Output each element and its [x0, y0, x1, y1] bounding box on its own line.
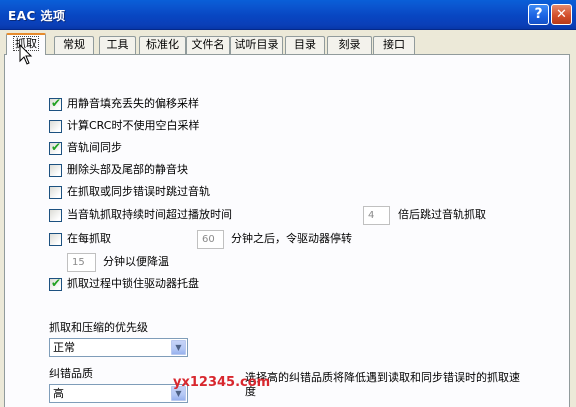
checkmark-icon: ✔: [51, 276, 62, 290]
help-button[interactable]: ?: [528, 4, 549, 25]
title-bar: EAC 选项 ? ✕: [0, 0, 576, 30]
tab-directory[interactable]: 目录: [285, 36, 325, 54]
tab-interface[interactable]: 接口: [373, 36, 415, 54]
skip-on-error-label: 在抓取或同步错误时跳过音轨: [67, 185, 210, 198]
spin-down-checkbox[interactable]: [49, 233, 62, 246]
fill-missing-offset-checkbox[interactable]: ✔: [49, 96, 62, 111]
tab-normalize[interactable]: 标准化: [139, 36, 186, 54]
track-sync-checkbox[interactable]: ✔: [49, 140, 62, 155]
remove-silence-label: 删除头部及尾部的静音块: [67, 163, 188, 176]
track-sync-label: 音轨间同步: [67, 141, 122, 154]
skip-on-error-checkbox[interactable]: [49, 186, 62, 199]
no-blank-crc-checkbox[interactable]: [49, 120, 62, 133]
quality-label: 纠错品质: [49, 367, 93, 380]
lock-tray-checkbox[interactable]: ✔: [49, 276, 62, 291]
fill-missing-offset-label: 用静音填充丢失的偏移采样: [67, 97, 199, 110]
skip-slow-track-checkbox[interactable]: [49, 209, 62, 222]
skip-slow-track-label: 当音轨抓取持续时间超过播放时间: [67, 208, 232, 221]
no-blank-crc-label: 计算CRC时不使用空白采样: [67, 119, 200, 132]
tab-burn[interactable]: 刻录: [327, 36, 372, 54]
skip-factor-input[interactable]: 4: [363, 206, 390, 225]
window-title: EAC 选项: [8, 9, 66, 23]
tab-strip: 抓取 常规 工具 标准化 文件名 试听目录 目录 刻录 接口: [0, 33, 576, 55]
tab-preview-directory[interactable]: 试听目录: [230, 36, 283, 54]
options-window: EAC 选项 ? ✕ 抓取 常规 工具 标准化 文件名 试听目录 目录 刻录 接…: [0, 0, 576, 407]
spin-down-suffix: 分钟之后，令驱动器停转: [231, 232, 352, 245]
lock-tray-label: 抓取过程中锁住驱动器托盘: [67, 277, 199, 290]
cooldown-suffix: 分钟以便降温: [103, 255, 169, 268]
mouse-cursor-icon: [19, 44, 33, 65]
checkmark-icon: ✔: [51, 140, 62, 154]
checkmark-icon: ✔: [51, 96, 62, 110]
quality-value: 高: [53, 387, 64, 400]
priority-select[interactable]: 正常 ▼: [49, 338, 188, 357]
skip-factor-suffix: 倍后跳过音轨抓取: [398, 208, 486, 221]
quality-note-line1: 选择高的纠错品质将降低遇到读取和同步错误时的抓取速: [245, 371, 520, 384]
spin-down-label: 在每抓取: [67, 232, 111, 245]
quality-select[interactable]: 高 ▼: [49, 384, 188, 403]
remove-silence-checkbox[interactable]: [49, 164, 62, 177]
close-button[interactable]: ✕: [551, 4, 572, 25]
watermark-text: yx12345.com: [173, 375, 271, 390]
tab-general[interactable]: 常规: [54, 36, 94, 54]
tab-filename[interactable]: 文件名: [186, 36, 230, 54]
priority-label: 抓取和压缩的优先级: [49, 321, 148, 334]
cooldown-minutes-input[interactable]: 15: [67, 253, 96, 272]
tab-tools[interactable]: 工具: [99, 36, 136, 54]
rip-settings-panel: ✔ 用静音填充丢失的偏移采样 计算CRC时不使用空白采样 ✔ 音轨间同步 删除头…: [4, 54, 570, 407]
chevron-down-icon[interactable]: ▼: [171, 340, 186, 355]
spin-down-minutes-input[interactable]: 60: [197, 230, 224, 249]
priority-value: 正常: [53, 341, 75, 354]
